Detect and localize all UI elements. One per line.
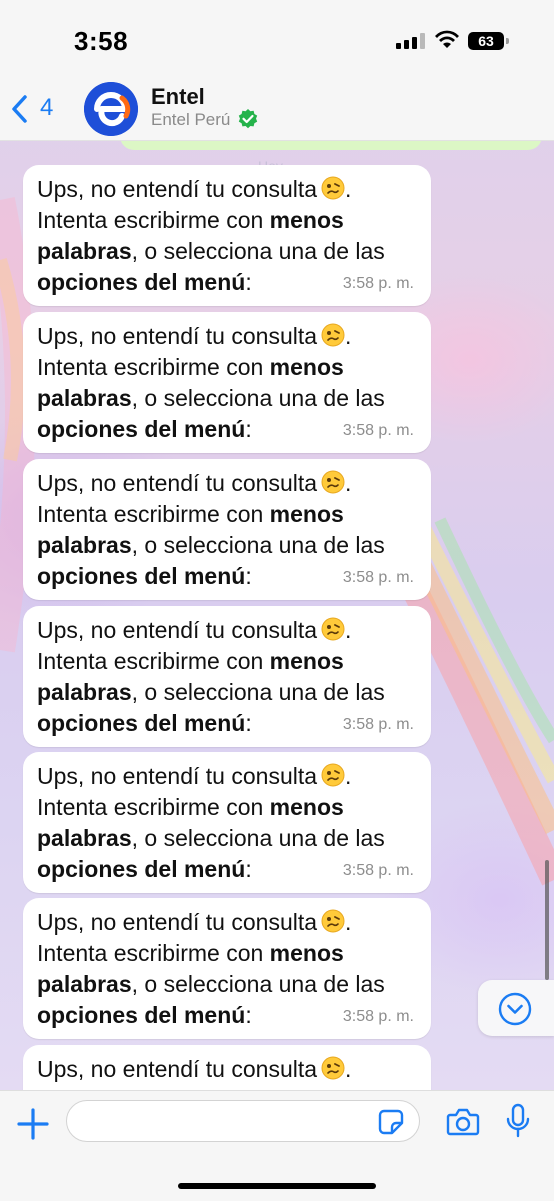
battery-icon: 63 [468, 32, 509, 50]
message-bold: menos [269, 648, 344, 674]
message-bubble[interactable]: Ups, no entendí tu consulta. Intenta esc… [23, 752, 431, 893]
cellular-signal-icon [396, 33, 426, 49]
woozy-face-emoji [317, 176, 345, 202]
message-bold: opciones del menú [37, 1002, 246, 1028]
message-bubble[interactable]: Ups, no entendí tu consulta. Intenta esc… [23, 459, 431, 600]
message-text: : [245, 1002, 252, 1028]
message-bold: menos [269, 794, 344, 820]
message-text: Intenta escribirme con [37, 354, 270, 380]
composer-bar [0, 1090, 554, 1201]
scroll-to-bottom-button[interactable] [478, 980, 554, 1036]
message-text: Ups, no entendí tu consulta [37, 470, 318, 496]
message-text: Ups, no entendí tu consulta [37, 1056, 318, 1082]
message-bold: palabras [37, 238, 132, 264]
message-timestamp: 3:58 p. m. [342, 275, 414, 292]
message-text: : [245, 710, 252, 736]
wifi-icon [435, 30, 459, 48]
contact-subtitle: Entel Perú [151, 110, 231, 129]
microphone-icon[interactable] [504, 1103, 532, 1139]
message-text: Intenta escribirme con [37, 648, 270, 674]
message-bold: opciones del menú [37, 856, 246, 882]
contact-name[interactable]: Entel [151, 84, 205, 110]
woozy-face-emoji [317, 909, 345, 935]
chevron-left-icon [12, 95, 27, 123]
message-text: , o selecciona una de las [131, 971, 385, 997]
woozy-face-emoji [317, 470, 345, 496]
entel-logo [84, 82, 138, 136]
message-bold: opciones del menú [37, 710, 246, 736]
message-bold: menos [269, 501, 344, 527]
message-text: : [245, 856, 252, 882]
avatar[interactable] [84, 82, 138, 136]
message-text: , o selecciona una de las [131, 385, 385, 411]
unread-count: 4 [40, 94, 54, 121]
message-bold: opciones del menú [37, 563, 246, 589]
message-bold: menos [269, 940, 344, 966]
message-bubble[interactable]: Ups, no entendí tu consulta. Intenta esc… [23, 606, 431, 747]
message-text: , o selecciona una de las [131, 825, 385, 851]
message-bubble[interactable]: Ups, no entendí tu consulta. Intenta esc… [23, 898, 431, 1039]
message-text: : [245, 416, 252, 442]
message-text: Intenta escribirme con [37, 501, 270, 527]
message-bold: palabras [37, 532, 132, 558]
message-bubble[interactable]: Ups, no entendí tu consulta. Intenta esc… [23, 165, 431, 306]
message-bold: menos [269, 354, 344, 380]
woozy-face-emoji [317, 1056, 345, 1082]
message-timestamp: 3:58 p. m. [342, 569, 414, 586]
chat-header: 4 Entel Entel Perú [0, 78, 554, 141]
sticker-icon[interactable] [378, 1109, 404, 1135]
scrollbar[interactable] [545, 860, 549, 980]
message-bold: palabras [37, 679, 132, 705]
message-bold: menos [269, 207, 344, 233]
plus-icon[interactable] [14, 1105, 52, 1143]
home-indicator [178, 1183, 376, 1189]
message-text: , o selecciona una de las [131, 238, 385, 264]
message-text: Ups, no entendí tu consulta [37, 617, 318, 643]
message-text: : [245, 563, 252, 589]
message-text: Intenta escribirme con [37, 794, 270, 820]
message-text: : [245, 269, 252, 295]
status-bar: 3:58 63 [0, 0, 554, 78]
message-text: , o selecciona una de las [131, 532, 385, 558]
chevron-down-circle-icon [498, 992, 532, 1026]
message-text: Ups, no entendí tu consulta [37, 763, 318, 789]
message-text: Ups, no entendí tu consulta [37, 176, 318, 202]
message-input[interactable] [66, 1100, 420, 1142]
message-text: Intenta escribirme con [37, 207, 270, 233]
camera-icon[interactable] [446, 1107, 480, 1137]
clock: 3:58 [74, 26, 129, 56]
message-timestamp: 3:58 p. m. [342, 862, 414, 879]
message-bold: opciones del menú [37, 269, 246, 295]
woozy-face-emoji [317, 323, 345, 349]
woozy-face-emoji [317, 617, 345, 643]
message-text: Ups, no entendí tu consulta [37, 909, 318, 935]
message-text: Ups, no entendí tu consulta [37, 323, 318, 349]
message-bubble[interactable]: Ups, no entendí tu consulta. Intenta esc… [23, 312, 431, 453]
woozy-face-emoji [317, 763, 345, 789]
verified-badge-icon [238, 109, 258, 129]
message-timestamp: 3:58 p. m. [342, 1008, 414, 1025]
message-bold: palabras [37, 385, 132, 411]
message-bold: palabras [37, 825, 132, 851]
message-text: , o selecciona una de las [131, 679, 385, 705]
message-bold: palabras [37, 971, 132, 997]
message-timestamp: 3:58 p. m. [342, 716, 414, 733]
message-timestamp: 3:58 p. m. [342, 422, 414, 439]
message-text: Intenta escribirme con [37, 940, 270, 966]
message-bold: opciones del menú [37, 416, 246, 442]
